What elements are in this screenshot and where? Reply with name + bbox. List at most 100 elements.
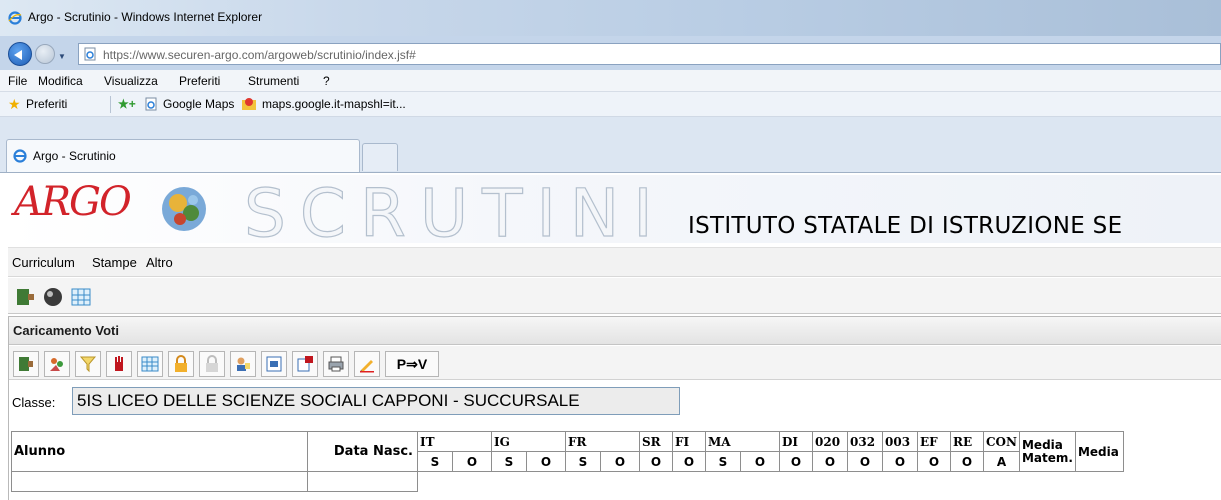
header-data-nasc[interactable]: Data Nasc. [307,431,418,472]
argo-logo: ARGO [14,179,132,225]
history-dropdown-icon[interactable]: ▼ [58,52,66,61]
col-ig-o: O [526,451,566,472]
tab-label: Argo - Scrutinio [33,149,116,163]
col-ma-o: O [740,451,780,472]
menu-curriculum[interactable]: Curriculum [12,255,75,270]
grid-view-icon[interactable] [70,286,92,308]
header-subject-fi: FI [672,431,706,452]
internet-explorer-icon [8,11,22,25]
col-fi-o: O [672,451,706,472]
stop-hand-icon [115,356,123,371]
user-edit-icon [237,357,250,371]
lock-button[interactable] [168,351,194,377]
header-subject-sr: SR [639,431,673,452]
add-favorite-icon[interactable]: ★+ [118,97,136,111]
google-maps-page-icon [144,97,158,114]
globe-logo-icon [162,187,206,231]
favorite-google-maps[interactable]: Google Maps [163,97,234,111]
panel-title: Caricamento Voti [13,323,119,338]
header-subject-020: 020 [812,431,848,452]
header-alunno[interactable]: Alunno [11,431,308,472]
exit-door-icon[interactable] [14,286,36,308]
new-tab-button[interactable] [362,143,398,171]
classe-field[interactable]: 5IS LICEO DELLE SCIENZE SOCIALI CAPPONI … [72,387,680,415]
col-fr-s: S [564,451,602,472]
record-ball-icon[interactable] [42,286,64,308]
word-pdf-button[interactable] [292,351,318,377]
edit-button[interactable] [354,351,380,377]
col-di-o: O [779,451,813,472]
header-subject-di: DI [779,431,813,452]
internet-explorer-icon [13,149,27,163]
favorites-separator [110,96,111,113]
col-it-s: S [416,451,454,472]
forward-button[interactable] [35,44,55,64]
browser-menu-bar: File Modifica Visualizza Preferiti Strum… [0,70,1221,92]
header-subject-032: 032 [847,431,883,452]
header-media: Media [1074,431,1124,472]
menu-altro[interactable]: Altro [146,255,173,270]
unlock-icon [206,355,218,372]
col-003-o: O [882,451,918,472]
favorites-star-icon[interactable]: ★ [8,97,21,111]
menu-stampe[interactable]: Stampe [92,255,137,270]
print-button[interactable] [323,351,349,377]
menu-strumenti[interactable]: Strumenti [248,74,299,88]
col-ef-o: O [917,451,951,472]
header-subject-con: CON [983,431,1020,452]
app-menu-bar: Curriculum Stampe Altro [8,247,1221,277]
page-icon [145,97,157,111]
header-subject-ig: IG [491,431,566,452]
maps-pin-icon [241,97,257,114]
exit-door-icon [19,357,33,371]
classe-label: Classe: [12,395,56,410]
favorite-maps-google[interactable]: maps.google.it-mapshl=it... [262,97,406,111]
page-icon [84,47,96,61]
menu-visualizza[interactable]: Visualizza [104,74,158,88]
url-path: /argoweb/scrutinio/index.jsf# [264,48,416,62]
user-edit-button[interactable] [230,351,256,377]
grid-view-icon [141,356,159,372]
menu-modifica[interactable]: Modifica [38,74,83,88]
argo-app: ARGO SCRUTINI ISTITUTO STATALE DI ISTRUZ… [0,172,1221,500]
col-fr-o: O [600,451,640,472]
address-url[interactable]: https://www.securen-argo.com/argoweb/scr… [103,48,416,62]
people-button[interactable] [44,351,70,377]
header-subject-re: RE [950,431,984,452]
alunno-label: Alunno [14,444,66,459]
menu-help[interactable]: ? [323,74,330,88]
grid-button[interactable] [137,351,163,377]
stop-hand-button[interactable] [106,351,132,377]
school-name: ISTITUTO STATALE DI ISTRUZIONE SE [688,213,1123,239]
main-toolbar [8,278,1221,314]
menu-preferiti[interactable]: Preferiti [179,74,220,88]
cell-data-nasc[interactable] [307,471,418,492]
exit-button[interactable] [13,351,39,377]
tab-argo-scrutinio[interactable]: Argo - Scrutinio [6,139,360,172]
header-media-matem: Media Matem. [1018,431,1076,472]
users-icon [50,358,63,371]
word-document-icon [266,356,282,372]
printer-icon [328,356,344,372]
grades-table: Alunno Data Nasc. IT IG FR SR FI MA DI 0… [11,431,1124,492]
header-subject-it: IT [417,431,492,452]
header-subject-ma: MA [705,431,780,452]
maps-icon [242,98,256,110]
menu-file[interactable]: File [8,74,27,88]
favorites-bar: ★ Preferiti ★+ Google Maps maps.google.i… [0,92,1221,117]
col-it-o: O [452,451,492,472]
pv-button[interactable]: P⇒V [385,351,439,377]
address-bar[interactable]: https://www.securen-argo.com/argoweb/scr… [78,43,1221,65]
filter-button[interactable] [75,351,101,377]
col-020-o: O [812,451,848,472]
unlock-button[interactable] [199,351,225,377]
col-ig-s: S [490,451,528,472]
col-sr-o: O [639,451,673,472]
back-button[interactable] [8,42,32,66]
header-subject-003: 003 [882,431,918,452]
table-row[interactable] [11,471,1124,492]
favorites-button[interactable]: Preferiti [26,97,67,111]
word-document-button[interactable] [261,351,287,377]
panel-header: Caricamento Voti [9,317,1221,345]
cell-alunno[interactable] [11,471,308,492]
